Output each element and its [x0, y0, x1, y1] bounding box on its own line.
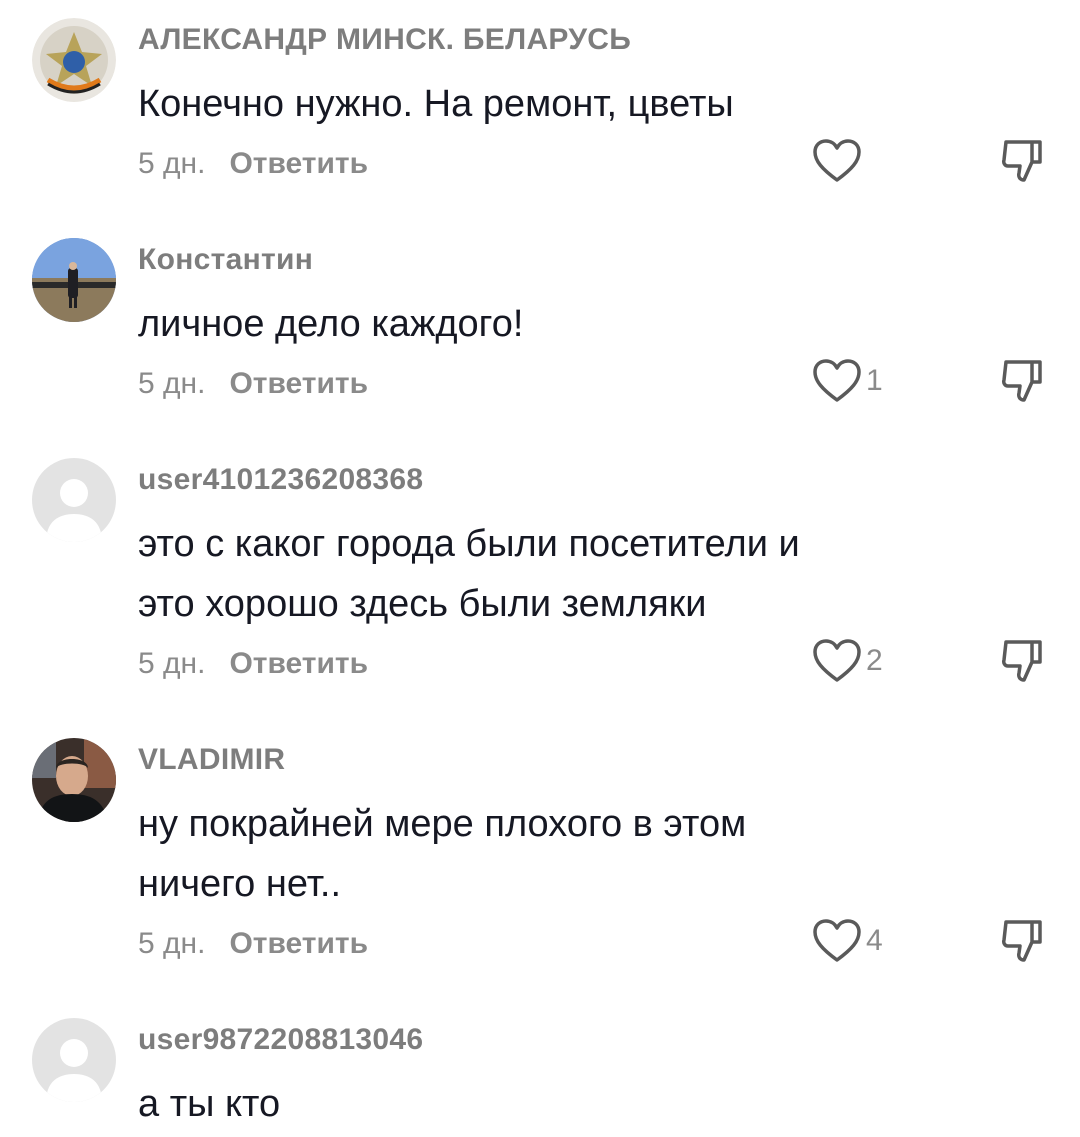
- comment-time: 5 дн.: [138, 147, 206, 180]
- comment-text: это с каког города были посетители и это…: [138, 514, 918, 634]
- comment-text: ну покрайней мере плохого в этом ничего …: [138, 794, 918, 914]
- comment-meta: 5 дн. Ответить: [138, 147, 368, 181]
- comment-time: 5 дн.: [138, 647, 206, 680]
- heart-outline-icon: [812, 918, 862, 964]
- reply-button[interactable]: Ответить: [229, 367, 368, 400]
- comment-meta: 5 дн. Ответить: [138, 927, 368, 961]
- heart-outline-icon: [812, 138, 862, 184]
- reply-button[interactable]: Ответить: [229, 647, 368, 680]
- thumbs-down-icon: [998, 636, 1046, 684]
- heart-outline-icon: [812, 638, 862, 684]
- thumbs-down-icon: [998, 916, 1046, 964]
- comment-username[interactable]: Константин: [138, 243, 313, 277]
- user-avatar[interactable]: [32, 18, 116, 102]
- comment-username[interactable]: user4101236208368: [138, 463, 423, 497]
- user-avatar[interactable]: [32, 458, 116, 542]
- comment-text: Конечно нужно. На ремонт, цветы: [138, 74, 918, 134]
- like-button[interactable]: 1: [812, 358, 883, 404]
- comment-text: личное дело каждого!: [138, 294, 918, 354]
- dislike-button[interactable]: [998, 356, 1046, 404]
- user-avatar[interactable]: [32, 1018, 116, 1102]
- like-button[interactable]: [812, 138, 866, 184]
- comment-text-line: ну покрайней мере плохого в этом: [138, 803, 747, 845]
- comment-time: 5 дн.: [138, 367, 206, 400]
- reply-button[interactable]: Ответить: [229, 147, 368, 180]
- comment-username[interactable]: АЛЕКСАНДР МИНСК. БЕЛАРУСЬ: [138, 23, 631, 57]
- comment-username[interactable]: user9872208813046: [138, 1023, 423, 1057]
- comment-text-line: это хорошо здесь были земляки: [138, 583, 707, 625]
- user-avatar[interactable]: [32, 238, 116, 322]
- comment-text-line: это с каког города были посетители и: [138, 523, 800, 565]
- like-count: 1: [866, 364, 883, 397]
- comment-text: а ты кто: [138, 1074, 918, 1134]
- comment-text-line: а ты кто: [138, 1083, 281, 1125]
- like-button[interactable]: 2: [812, 638, 883, 684]
- reply-button[interactable]: Ответить: [229, 927, 368, 960]
- comment-meta: 5 дн. Ответить: [138, 647, 368, 681]
- comment-username[interactable]: VLADIMIR: [138, 743, 285, 777]
- dislike-button[interactable]: [998, 916, 1046, 964]
- comment-meta: 5 дн. Ответить: [138, 367, 368, 401]
- like-button[interactable]: 4: [812, 918, 883, 964]
- comment-time: 5 дн.: [138, 927, 206, 960]
- dislike-button[interactable]: [998, 636, 1046, 684]
- user-avatar[interactable]: [32, 738, 116, 822]
- thumbs-down-icon: [998, 356, 1046, 404]
- comment-text-line: личное дело каждого!: [138, 303, 524, 345]
- like-count: 2: [866, 644, 883, 677]
- comment-text-line: ничего нет..: [138, 863, 342, 905]
- dislike-button[interactable]: [998, 136, 1046, 184]
- thumbs-down-icon: [998, 136, 1046, 184]
- comment-text-line: Конечно нужно. На ремонт, цветы: [138, 83, 734, 125]
- like-count: 4: [866, 924, 883, 957]
- comment-list: АЛЕКСАНДР МИНСК. БЕЛАРУСЬ Конечно нужно.…: [0, 0, 1080, 1137]
- heart-outline-icon: [812, 358, 862, 404]
